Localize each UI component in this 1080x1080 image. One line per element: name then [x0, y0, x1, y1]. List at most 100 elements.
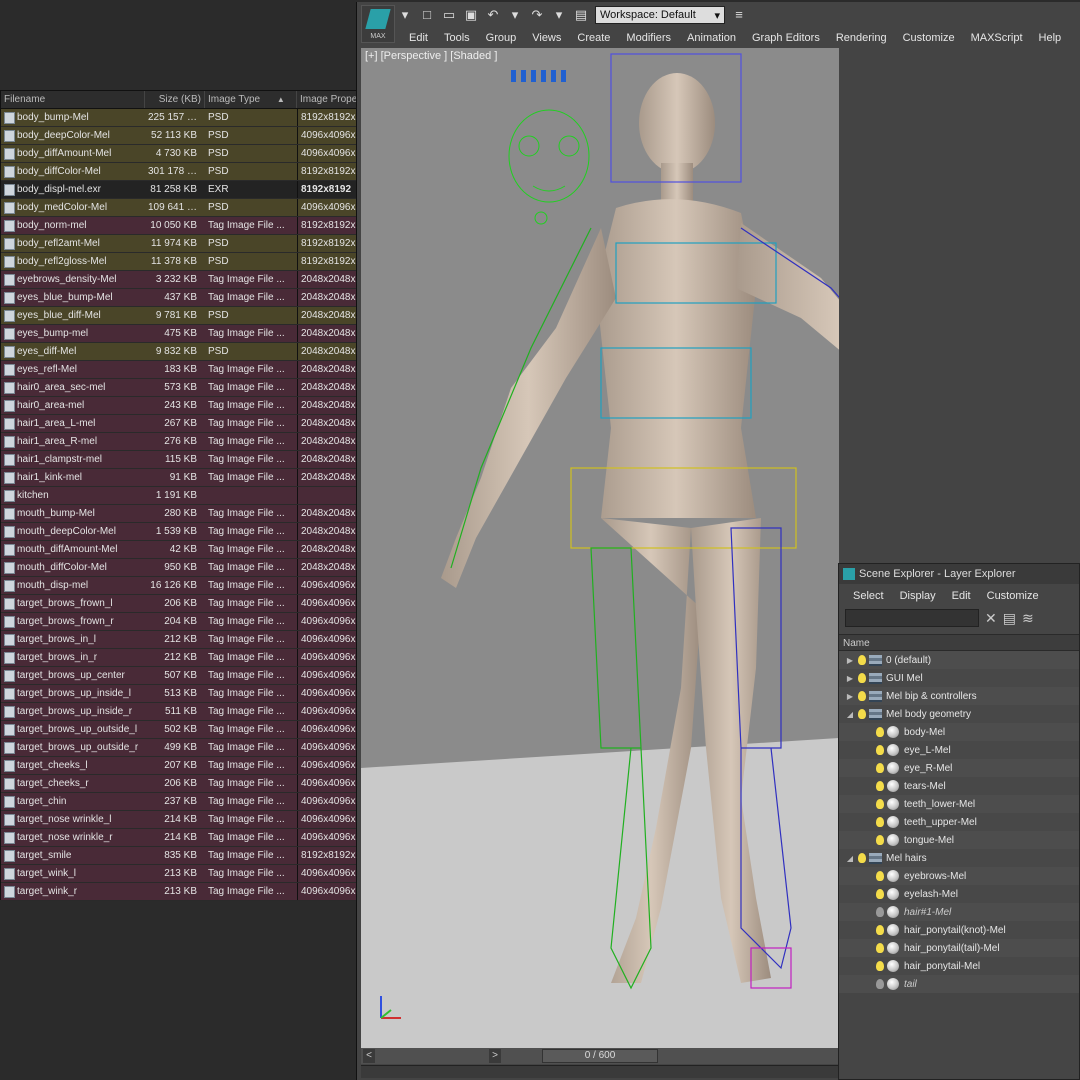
file-row[interactable]: hair0_area_sec-mel 573 KB Tag Image File .… [1, 379, 391, 397]
file-row[interactable]: target_nose wrinkle_r 214 KB Tag Image Fil… [1, 829, 391, 847]
search-input[interactable] [845, 609, 979, 627]
layer-row[interactable]: ▶ 0 (default) [839, 651, 1079, 669]
object-row[interactable]: tears-Mel [839, 777, 1079, 795]
file-row[interactable]: target_wink_l 213 KB Tag Image File ... 409… [1, 865, 391, 883]
file-row[interactable]: eyes_refl-Mel 183 KB Tag Image File ... 204… [1, 361, 391, 379]
column-filename[interactable]: Filename [1, 91, 145, 108]
file-row[interactable]: target_brows_up_inside_r 511 KB Tag Image … [1, 703, 391, 721]
layer-row[interactable]: ▶ GUI Mel [839, 669, 1079, 687]
menu-edit[interactable]: Edit [401, 32, 436, 44]
visibility-bulb-icon[interactable] [876, 817, 884, 827]
scene-explorer-title-bar[interactable]: Scene Explorer - Layer Explorer [839, 564, 1079, 584]
add-layer-icon[interactable]: ≋ [1022, 610, 1034, 627]
file-row[interactable]: mouth_bump-Mel 280 KB Tag Image File ... 20… [1, 505, 391, 523]
file-row[interactable]: hair1_area_L-mel 267 KB Tag Image File ...… [1, 415, 391, 433]
menu-group[interactable]: Group [478, 32, 525, 44]
object-row[interactable]: eye_R-Mel [839, 759, 1079, 777]
column-size[interactable]: Size (KB) [145, 91, 205, 108]
visibility-bulb-icon[interactable] [876, 943, 884, 953]
object-row[interactable]: eye_L-Mel [839, 741, 1079, 759]
layer-row[interactable]: ▶ Mel bip & controllers [839, 687, 1079, 705]
new-file-icon[interactable]: □ [419, 7, 435, 23]
collapsed-icon[interactable]: ▶ [845, 656, 855, 665]
file-row[interactable]: body_deepColor-Mel 52 113 KB PSD 4096x4096x… [1, 127, 391, 145]
filter-icon[interactable]: ▤ [1003, 610, 1016, 627]
visibility-bulb-icon[interactable] [876, 925, 884, 935]
file-row[interactable]: eyes_blue_diff-Mel 9 781 KB PSD 2048x2048x3… [1, 307, 391, 325]
file-row[interactable]: body_refl2amt-Mel 11 974 KB PSD 8192x8192x2… [1, 235, 391, 253]
visibility-bulb-icon[interactable] [876, 781, 884, 791]
explorer-menu-customize[interactable]: Customize [979, 590, 1047, 602]
file-row[interactable]: mouth_disp-mel 16 126 KB Tag Image File ..… [1, 577, 391, 595]
visibility-bulb-icon[interactable] [876, 799, 884, 809]
time-slider[interactable]: < 0 / 600 > [361, 1048, 839, 1064]
project-folder-icon[interactable]: ▤ [573, 7, 589, 23]
object-row[interactable]: hair#1-Mel [839, 903, 1079, 921]
file-row[interactable]: target_wink_r 213 KB Tag Image File ... 409… [1, 883, 391, 901]
expanded-icon[interactable]: ◢ [845, 710, 855, 719]
redo-dropdown-icon[interactable]: ▾ [551, 7, 567, 23]
collapsed-icon[interactable]: ▶ [845, 674, 855, 683]
undo-dropdown-icon[interactable]: ▾ [507, 7, 523, 23]
file-row[interactable]: eyes_bump-mel 475 KB Tag Image File ... 204… [1, 325, 391, 343]
file-row[interactable]: mouth_deepColor-Mel 1 539 KB Tag Image Fil… [1, 523, 391, 541]
open-folder-icon[interactable]: ▭ [441, 7, 457, 23]
max-app-button[interactable]: MAX [361, 5, 395, 43]
file-row[interactable]: mouth_diffColor-Mel 950 KB Tag Image File … [1, 559, 391, 577]
visibility-bulb-icon[interactable] [876, 979, 884, 989]
object-row[interactable]: eyelash-Mel [839, 885, 1079, 903]
file-row[interactable]: body_displ-mel.exr 81 258 KB EXR 8192x8192 [1, 181, 391, 199]
object-row[interactable]: tail [839, 975, 1079, 993]
file-row[interactable]: hair1_clampstr-mel 115 KB Tag Image File .… [1, 451, 391, 469]
explorer-menu-edit[interactable]: Edit [944, 590, 979, 602]
file-row[interactable]: body_norm-mel 10 050 KB Tag Image File ...… [1, 217, 391, 235]
file-row[interactable]: target_brows_frown_l 206 KB Tag Image File… [1, 595, 391, 613]
menu-views[interactable]: Views [524, 32, 569, 44]
visibility-bulb-icon[interactable] [876, 835, 884, 845]
object-row[interactable]: teeth_upper-Mel [839, 813, 1079, 831]
layer-row[interactable]: ◢ Mel body geometry [839, 705, 1079, 723]
menu-create[interactable]: Create [569, 32, 618, 44]
visibility-bulb-icon[interactable] [876, 763, 884, 773]
file-row[interactable]: hair1_area_R-mel 276 KB Tag Image File ...… [1, 433, 391, 451]
object-row[interactable]: body-Mel [839, 723, 1079, 741]
save-icon[interactable]: ▣ [463, 7, 479, 23]
file-row[interactable]: hair1_kink-mel 91 KB Tag Image File ... 204… [1, 469, 391, 487]
column-name[interactable]: Name [839, 634, 1079, 651]
file-row[interactable]: kitchen 1 191 KB [1, 487, 391, 505]
workspace-dropdown[interactable]: Workspace: Default ▾ [595, 6, 725, 24]
explorer-menu-select[interactable]: Select [845, 590, 892, 602]
collapsed-icon[interactable]: ▶ [845, 692, 855, 701]
dropdown-arrow-icon[interactable]: ▾ [397, 7, 413, 23]
layer-row[interactable]: ◢ Mel hairs [839, 849, 1079, 867]
visibility-bulb-icon[interactable] [876, 907, 884, 917]
menu-customize[interactable]: Customize [895, 32, 963, 44]
file-row[interactable]: target_cheeks_r 206 KB Tag Image File ... 4… [1, 775, 391, 793]
object-row[interactable]: tongue-Mel [839, 831, 1079, 849]
menu-modifiers[interactable]: Modifiers [618, 32, 679, 44]
explorer-menu-display[interactable]: Display [892, 590, 944, 602]
visibility-bulb-icon[interactable] [858, 853, 866, 863]
file-row[interactable]: body_diffColor-Mel 301 178 KB PSD 8192x8192… [1, 163, 391, 181]
file-row[interactable]: body_refl2gloss-Mel 11 378 KB PSD 8192x8192… [1, 253, 391, 271]
file-row[interactable]: target_brows_in_r 212 KB Tag Image File ..… [1, 649, 391, 667]
file-row[interactable]: eyes_blue_bump-Mel 437 KB Tag Image File .… [1, 289, 391, 307]
visibility-bulb-icon[interactable] [858, 691, 866, 701]
object-row[interactable]: teeth_lower-Mel [839, 795, 1079, 813]
file-row[interactable]: target_nose wrinkle_l 214 KB Tag Image Fil… [1, 811, 391, 829]
file-row[interactable]: target_smile 835 KB Tag Image File ... 8192… [1, 847, 391, 865]
time-prev-icon[interactable]: < [363, 1049, 375, 1063]
file-row[interactable]: target_brows_up_outside_r 499 KB Tag Image… [1, 739, 391, 757]
time-next-icon[interactable]: > [489, 1049, 501, 1063]
file-row[interactable]: target_brows_up_inside_l 513 KB Tag Image … [1, 685, 391, 703]
file-row[interactable]: eyebrows_density-Mel 3 232 KB Tag Image Fi… [1, 271, 391, 289]
track-bar[interactable] [361, 1065, 839, 1078]
file-row[interactable]: target_brows_frown_r 204 KB Tag Image File… [1, 613, 391, 631]
column-image-type[interactable]: Image Type ▲ [205, 91, 297, 108]
visibility-bulb-icon[interactable] [858, 655, 866, 665]
time-slider-thumb[interactable]: 0 / 600 [542, 1049, 658, 1063]
file-row[interactable]: mouth_diffAmount-Mel 42 KB Tag Image File … [1, 541, 391, 559]
visibility-bulb-icon[interactable] [876, 961, 884, 971]
file-row[interactable]: target_brows_up_outside_l 502 KB Tag Image… [1, 721, 391, 739]
object-row[interactable]: hair_ponytail(knot)-Mel [839, 921, 1079, 939]
